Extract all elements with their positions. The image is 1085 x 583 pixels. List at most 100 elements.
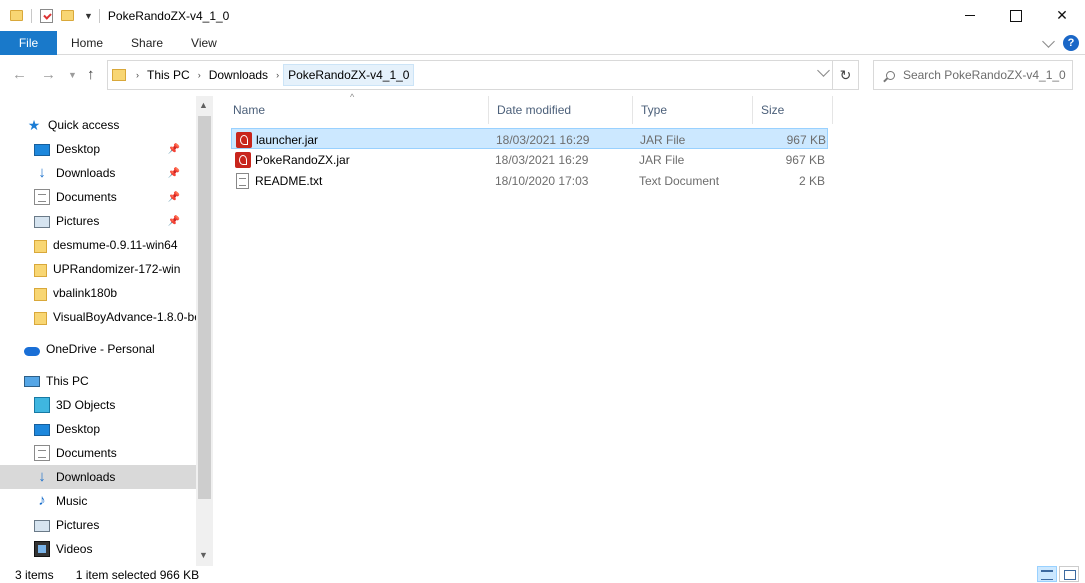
help-icon[interactable]: ? xyxy=(1063,35,1079,51)
file-explorer-window: ▼ PokeRandoZX-v4_1_0 ✕ File Home Share V… xyxy=(0,0,1085,583)
file-row-readme-txt[interactable]: README.txt 18/10/2020 17:03 Text Documen… xyxy=(231,170,828,191)
column-header-name[interactable]: Name ^ xyxy=(225,92,489,124)
nav-label: 3D Objects xyxy=(56,398,116,412)
pictures-icon xyxy=(34,216,50,228)
nav-quick-downloads[interactable]: ↓ Downloads 📌 xyxy=(34,161,196,185)
nav-pc-music[interactable]: ♪ Music xyxy=(34,489,87,513)
scroll-down-arrow-icon[interactable]: ▼ xyxy=(199,550,208,560)
nav-quick-access[interactable]: ★ Quick access xyxy=(26,113,120,137)
tab-share[interactable]: Share xyxy=(117,31,177,55)
selection-info: 1 item selected 966 KB xyxy=(75,567,200,582)
nav-pc-3d-objects[interactable]: 3D Objects xyxy=(34,393,115,417)
file-date: 18/10/2020 17:03 xyxy=(495,173,589,188)
close-button[interactable]: ✕ xyxy=(1039,0,1085,31)
file-size: 967 KB xyxy=(786,132,826,147)
column-header-type[interactable]: Type xyxy=(633,96,753,124)
file-name: launcher.jar xyxy=(256,132,319,147)
up-arrow-icon[interactable]: ↑ xyxy=(87,66,95,83)
breadcrumb-current-folder[interactable]: PokeRandoZX-v4_1_0 xyxy=(283,64,415,86)
nav-quick-desmume[interactable]: desmume-0.9.11-win64 xyxy=(34,233,178,257)
column-header-date[interactable]: Date modified xyxy=(489,96,633,124)
file-list: Name ^ Date modified Type Size launcher.… xyxy=(225,92,1085,566)
pin-icon: 📌 xyxy=(167,143,180,155)
address-dropdown-chevron-icon[interactable] xyxy=(817,64,830,77)
file-size: 967 KB xyxy=(785,152,825,167)
file-name: README.txt xyxy=(255,173,323,188)
search-box[interactable] xyxy=(873,60,1073,90)
breadcrumb-this-pc[interactable]: This PC xyxy=(147,68,190,82)
title-bar: ▼ PokeRandoZX-v4_1_0 ✕ xyxy=(0,0,1085,31)
nav-this-pc[interactable]: This PC xyxy=(24,369,89,393)
minimize-button[interactable] xyxy=(947,0,993,31)
nav-quick-desktop[interactable]: Desktop 📌 xyxy=(34,137,196,161)
customize-toolbar-arrow-icon[interactable]: ▼ xyxy=(84,11,93,21)
nav-pc-pictures[interactable]: Pictures xyxy=(34,513,99,537)
desktop-icon xyxy=(34,144,50,156)
nav-pc-documents[interactable]: Documents xyxy=(34,441,117,465)
forward-arrow-icon[interactable]: → xyxy=(41,66,56,83)
nav-quick-visualboyadvance[interactable]: VisualBoyAdvance-1.8.0-beta3 xyxy=(34,305,213,329)
download-arrow-icon: ↓ xyxy=(38,468,46,485)
item-count: 3 items xyxy=(15,567,54,582)
tab-home[interactable]: Home xyxy=(57,31,117,55)
documents-icon xyxy=(34,189,50,205)
scrollbar-thumb[interactable] xyxy=(198,116,211,499)
nav-label: VisualBoyAdvance-1.8.0-beta3 xyxy=(53,310,213,324)
breadcrumb-downloads[interactable]: Downloads xyxy=(209,68,268,82)
nav-pc-desktop[interactable]: Desktop xyxy=(34,417,100,441)
refresh-button[interactable]: ↻ xyxy=(832,61,858,89)
file-date: 18/03/2021 16:29 xyxy=(495,152,589,167)
new-folder-icon[interactable] xyxy=(61,10,74,21)
breadcrumb-separator-icon[interactable]: › xyxy=(198,70,201,80)
file-row-launcher-jar[interactable]: launcher.jar 18/03/2021 16:29 JAR File 9… xyxy=(231,128,828,149)
jar-file-icon xyxy=(236,131,252,148)
status-bar: 3 items 1 item selected 966 KB xyxy=(0,566,1085,583)
column-date-label: Date modified xyxy=(497,103,572,117)
properties-icon[interactable] xyxy=(40,8,53,23)
nav-onedrive[interactable]: OneDrive - Personal xyxy=(24,337,155,361)
file-type: JAR File xyxy=(639,152,685,167)
film-icon xyxy=(34,541,50,557)
address-bar[interactable]: › This PC › Downloads › PokeRandoZX-v4_1… xyxy=(107,60,859,90)
breadcrumb-separator-icon[interactable]: › xyxy=(276,70,279,80)
folder-icon xyxy=(34,287,47,301)
search-input[interactable] xyxy=(902,68,1072,82)
back-arrow-icon[interactable]: ← xyxy=(12,66,27,83)
nav-quick-uprandomizer[interactable]: UPRandomizer-172-win xyxy=(34,257,180,281)
nav-label: Documents xyxy=(56,446,117,460)
maximize-button[interactable] xyxy=(993,0,1039,31)
nav-label: UPRandomizer-172-win xyxy=(53,262,181,276)
nav-pc-videos[interactable]: Videos xyxy=(34,537,92,561)
expand-ribbon-chevron-icon[interactable] xyxy=(1042,34,1055,48)
nav-pc-downloads[interactable]: ↓ Downloads xyxy=(0,465,196,489)
nav-label: Videos xyxy=(56,542,93,556)
desktop-icon xyxy=(34,424,50,436)
nav-quick-pictures[interactable]: Pictures 📌 xyxy=(34,209,196,233)
details-view-button[interactable] xyxy=(1037,566,1057,582)
nav-quick-vbalink[interactable]: vbalink180b xyxy=(34,281,117,305)
nav-label: vbalink180b xyxy=(53,286,118,300)
nav-quick-documents[interactable]: Documents 📌 xyxy=(34,185,196,209)
scroll-up-arrow-icon[interactable]: ▲ xyxy=(199,100,208,110)
window-controls: ✕ xyxy=(947,0,1085,31)
nav-label: Downloads xyxy=(56,166,116,180)
nav-scrollbar[interactable]: ▲ ▼ xyxy=(196,96,213,566)
large-icons-view-button[interactable] xyxy=(1059,566,1079,582)
nav-label: This PC xyxy=(46,374,89,388)
recent-locations-chevron-icon[interactable]: ▼ xyxy=(68,70,77,80)
folder-icon xyxy=(112,69,126,81)
file-type: Text Document xyxy=(639,173,720,188)
file-type: JAR File xyxy=(640,132,686,147)
toolbar-divider xyxy=(31,8,32,23)
column-header-size[interactable]: Size xyxy=(753,96,833,124)
folder-icon xyxy=(34,311,47,325)
jar-file-icon xyxy=(235,151,251,168)
breadcrumb-separator-icon[interactable]: › xyxy=(136,70,139,80)
download-arrow-icon: ↓ xyxy=(38,164,46,181)
nav-label: Documents xyxy=(56,190,117,204)
file-row-pokerandozx-jar[interactable]: PokeRandoZX.jar 18/03/2021 16:29 JAR Fil… xyxy=(231,149,828,170)
file-date: 18/03/2021 16:29 xyxy=(496,132,590,147)
tab-view[interactable]: View xyxy=(177,31,231,55)
tab-file[interactable]: File xyxy=(0,30,57,55)
music-note-icon: ♪ xyxy=(38,492,46,509)
